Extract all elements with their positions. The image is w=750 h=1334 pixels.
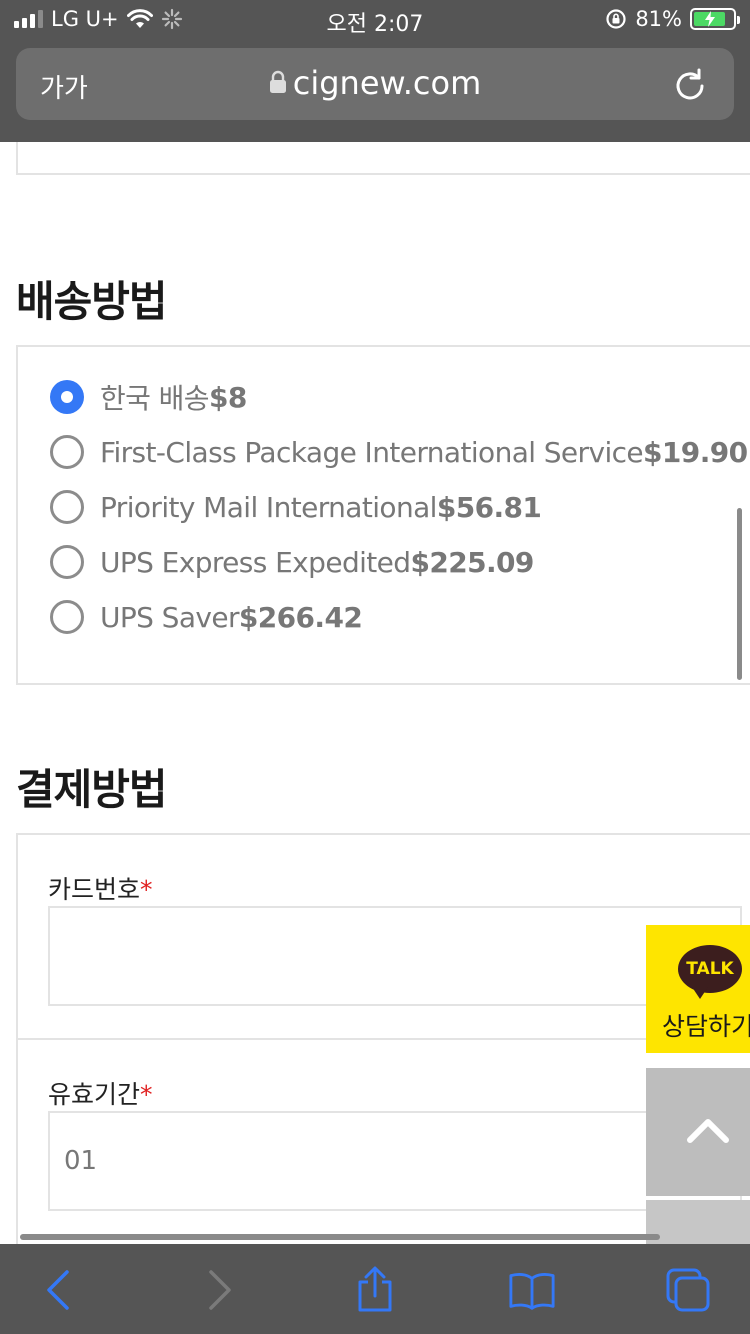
kakao-talk-icon: TALK bbox=[678, 945, 742, 993]
shipping-option-name: UPS Saver bbox=[100, 600, 240, 634]
shipping-option-price: $8 bbox=[208, 380, 247, 414]
radio-unchecked-icon[interactable] bbox=[50, 600, 84, 634]
shipping-option-price: $56.81 bbox=[436, 490, 542, 524]
radio-unchecked-icon[interactable] bbox=[50, 435, 84, 469]
card-number-label: 카드번호* bbox=[48, 870, 153, 906]
chevron-left-icon bbox=[47, 1270, 69, 1310]
radio-unchecked-icon[interactable] bbox=[50, 545, 84, 579]
book-icon bbox=[509, 1272, 555, 1310]
previous-section-box bbox=[16, 142, 750, 175]
horizontal-scroll-indicator[interactable] bbox=[20, 1234, 660, 1240]
required-mark: * bbox=[140, 1080, 153, 1109]
tabs-icon bbox=[666, 1268, 710, 1312]
share-button[interactable] bbox=[351, 1266, 399, 1314]
kakao-chat-label: 상담하기 bbox=[662, 1012, 750, 1041]
page-content: 배송방법 한국 배송 $8 First-Class Package Intern… bbox=[0, 142, 750, 1244]
card-number-label-text: 카드번호 bbox=[48, 875, 141, 904]
payment-method-title: 결제방법 bbox=[16, 765, 168, 814]
shipping-option-name: 한국 배송 bbox=[100, 382, 210, 415]
rotation-lock-icon bbox=[606, 9, 626, 29]
battery-icon bbox=[690, 8, 740, 30]
floating-menu-button[interactable] bbox=[646, 1200, 750, 1244]
shipping-option-ups-saver[interactable]: UPS Saver $266.42 bbox=[50, 597, 363, 637]
lock-icon bbox=[269, 70, 286, 93]
vertical-scroll-indicator[interactable] bbox=[737, 508, 742, 680]
shipping-option-first-class[interactable]: First-Class Package International Servic… bbox=[50, 432, 748, 472]
radio-checked-icon[interactable] bbox=[50, 380, 84, 414]
shipping-option-korea[interactable]: 한국 배송 $8 bbox=[50, 377, 247, 417]
shipping-options-box: 한국 배송 $8 First-Class Package Internation… bbox=[16, 345, 750, 685]
browser-toolbar bbox=[0, 1244, 750, 1334]
chevron-up-icon bbox=[687, 1119, 729, 1143]
expiry-label-text: 유효기간 bbox=[48, 1080, 141, 1109]
battery-percent: 81% bbox=[635, 7, 682, 31]
address-bar[interactable]: 가가 cignew.com bbox=[16, 48, 734, 120]
required-mark: * bbox=[140, 875, 153, 904]
radio-unchecked-icon[interactable] bbox=[50, 490, 84, 524]
payment-divider bbox=[16, 1038, 750, 1040]
chevron-right-icon bbox=[209, 1270, 231, 1310]
shipping-option-name: First-Class Package International Servic… bbox=[100, 435, 644, 469]
card-number-input[interactable] bbox=[48, 906, 742, 1006]
shipping-option-price: $225.09 bbox=[410, 545, 534, 579]
shipping-option-price: $266.42 bbox=[238, 600, 363, 634]
share-icon bbox=[358, 1266, 392, 1312]
scroll-to-top-button[interactable] bbox=[646, 1068, 750, 1196]
url-text: cignew.com bbox=[292, 64, 482, 102]
shipping-option-name: Priority Mail International bbox=[100, 490, 437, 524]
shipping-option-priority-mail[interactable]: Priority Mail International $56.81 bbox=[50, 487, 542, 527]
shipping-option-ups-express[interactable]: UPS Express Expedited $225.09 bbox=[50, 542, 534, 582]
expiry-label: 유효기간* bbox=[48, 1075, 153, 1111]
expiry-month-select[interactable]: 01 bbox=[48, 1111, 742, 1211]
shipping-option-price: $19.90 bbox=[643, 435, 748, 469]
kakao-talk-chat-button[interactable]: TALK 상담하기 bbox=[646, 925, 750, 1053]
bookmarks-button[interactable] bbox=[508, 1266, 556, 1314]
shipping-option-name: UPS Express Expedited bbox=[100, 545, 411, 579]
back-button[interactable] bbox=[34, 1266, 82, 1314]
forward-button[interactable] bbox=[196, 1266, 244, 1314]
kakao-bubble-tail bbox=[692, 987, 708, 999]
shipping-method-title: 배송방법 bbox=[16, 277, 168, 326]
tabs-button[interactable] bbox=[664, 1266, 712, 1314]
status-bar: LG U+ 오전 2:07 81% bbox=[0, 0, 750, 40]
reload-icon[interactable] bbox=[672, 66, 708, 102]
browser-header: 가가 cignew.com bbox=[0, 40, 750, 142]
